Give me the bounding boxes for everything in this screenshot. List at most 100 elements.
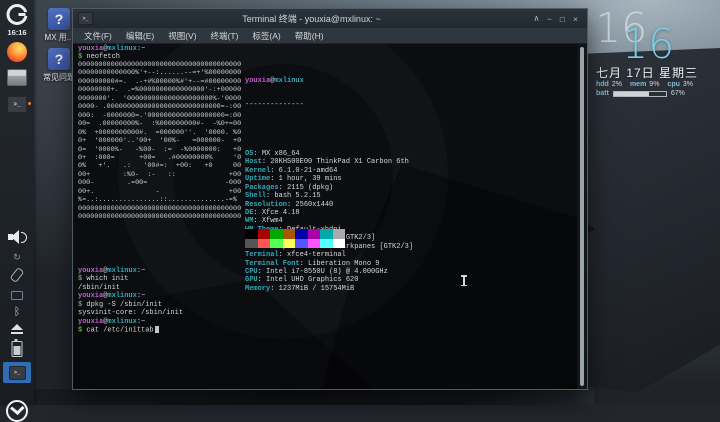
neofetch-info-line: CPUIntel i7-8550U (8) @ 4.000GHz [245,268,413,276]
terminal-palette-row1 [245,229,345,239]
app-menu-icon [6,4,29,25]
running-indicator [28,102,31,105]
question-mark-icon: ? [48,8,70,30]
palette-swatch [332,238,345,248]
battery-indicator[interactable] [11,338,23,357]
app-menu-button[interactable] [6,4,29,25]
clipboard-button[interactable] [9,267,25,283]
text-cursor [154,326,159,334]
palette-swatch [307,229,320,239]
dock-panel: 16:16 >_ ↻ ᛒ >_ [0,0,34,422]
paperclip-icon [9,267,25,283]
neofetch-info-line: Resolution2560x1440 [245,201,413,209]
terminal-menubar: 文件(F) 编辑(E) 视图(V) 终端(T) 标签(A) 帮助(H) [73,28,587,44]
battery-label: batt [596,90,609,97]
terminal-window: >_ Terminal 终端 - youxia@mxlinux: ~ ∧ − □… [72,8,588,390]
clock-date: 七月 17日 星期三 [596,66,699,80]
desktop-shortcut-label: 常见问题 [43,73,75,82]
window-title: Terminal 终端 - youxia@mxlinux: ~ [242,14,381,24]
neofetch-info-line: OSMX x86_64 [245,150,413,158]
neofetch-info-line: Uptime1 hour, 39 mins [245,175,413,183]
neofetch-info-line: WMXfwm4 [245,217,413,225]
terminal-palette-row2 [245,238,345,248]
neofetch-info-line: Host20KHS00E00 ThinkPad X1 Carbon 6th [245,158,413,166]
window-terminal-icon: >_ [78,12,93,25]
menu-item[interactable]: 编辑(E) [119,30,161,42]
stat-item: cpu 3% [667,81,693,88]
bluetooth-icon[interactable]: ᛒ [14,305,21,318]
palette-swatch [245,229,258,239]
neofetch-info-line: Terminal FontLiberation Mono 9 [245,260,413,268]
palette-swatch [257,238,270,248]
close-button[interactable]: × [569,14,582,24]
display-icon [11,291,23,300]
terminal-line: youxia@mxlinux:~ [78,292,146,301]
terminal-line: youxia@mxlinux:~ [78,317,146,326]
mx-ascii-logo: 0000000000000000000000000000000000000000… [78,61,242,222]
palette-swatch [295,229,308,239]
terminal-icon: >_ [7,96,27,113]
neofetch-separator: -------------- [245,101,304,110]
eject-button[interactable] [11,324,23,334]
system-stats: hdd 2% mem 9% cpu 3% [596,81,693,88]
terminal-line: /sbin/init [78,283,121,292]
neofetch-command-block: youxia@mxlinux:~ $ neofetch [78,45,145,62]
palette-swatch [282,238,295,248]
menu-item[interactable]: 标签(A) [245,30,287,42]
palette-swatch [295,238,308,248]
terminal-icon: >_ [8,365,26,380]
clock-minute: 16 [622,20,675,68]
palette-swatch [320,229,333,239]
terminal-line: youxia@mxlinux:~ [78,45,146,53]
terminal-line: $ cat /etc/inittab [78,326,183,334]
stat-item: hdd 2% [596,81,622,88]
mx-menu-button[interactable] [6,400,28,422]
terminal-launcher[interactable]: >_ [7,96,31,113]
terminal-line: $ dpkg -S /sbin/init [78,300,163,309]
palette-swatch [307,238,320,248]
palette-swatch [245,238,258,248]
terminal-line: $ which init [78,275,129,284]
neofetch-info: youxia@mxlinux -------------- OSMX x86_6… [245,61,413,309]
scrollbar-thumb[interactable] [580,47,584,386]
neofetch-info-line: GPUIntel UHD Graphics 620 [245,276,413,284]
window-shade-button[interactable]: ∧ [530,13,543,24]
minimize-button[interactable]: − [543,14,556,24]
neofetch-info-line: Packages2115 (dpkg) [245,184,413,192]
firefox-icon [7,42,27,62]
neofetch-info-line: Kernel6.1.0-21-amd64 [245,167,413,175]
firefox-launcher[interactable] [7,42,27,62]
menu-item[interactable]: 终端(T) [204,30,246,42]
neofetch-info-line: DEXfce 4.18 [245,209,413,217]
palette-swatch [270,229,283,239]
neofetch-title: youxia@mxlinux [245,77,304,85]
file-manager-launcher[interactable] [7,69,27,86]
palette-swatch [282,229,295,239]
display-button[interactable] [11,291,23,300]
palette-swatch [257,229,270,239]
menu-item[interactable]: 帮助(H) [288,30,331,42]
window-titlebar[interactable]: >_ Terminal 终端 - youxia@mxlinux: ~ ∧ − □… [73,9,587,28]
question-mark-icon: ? [48,48,70,70]
shell-session-block: youxia@mxlinux:~ $ which init/sbin/init yo… [78,267,183,335]
volume-button[interactable] [7,230,27,244]
maximize-button[interactable]: □ [556,14,569,24]
scrollbar-track[interactable] [577,44,587,389]
neofetch-info-line: Terminalxfce4-terminal [245,251,413,259]
menu-item[interactable]: 视图(V) [161,30,203,42]
updates-icon[interactable]: ↻ [13,252,21,263]
neofetch-info-line: Shellbash 5.2.15 [245,192,413,200]
eject-icon [11,324,23,330]
neofetch-info-line: Memory1237MiB / 15754MiB [245,285,413,293]
terminal-line: youxia@mxlinux:~ [78,267,146,275]
stat-item: mem 9% [629,81,660,88]
battery-bar-fill [613,91,649,96]
taskbar-terminal-active[interactable]: >_ [3,362,31,383]
battery-value: 67% [670,90,685,97]
desktop-shortcut-label: MX 用... [44,33,74,42]
battery-icon [11,338,23,357]
menu-item[interactable]: 文件(F) [77,30,119,42]
terminal-content-area[interactable]: youxia@mxlinux:~ $ neofetch 0000000000000… [73,44,587,389]
palette-swatch [270,238,283,248]
battery-bar [612,90,667,97]
